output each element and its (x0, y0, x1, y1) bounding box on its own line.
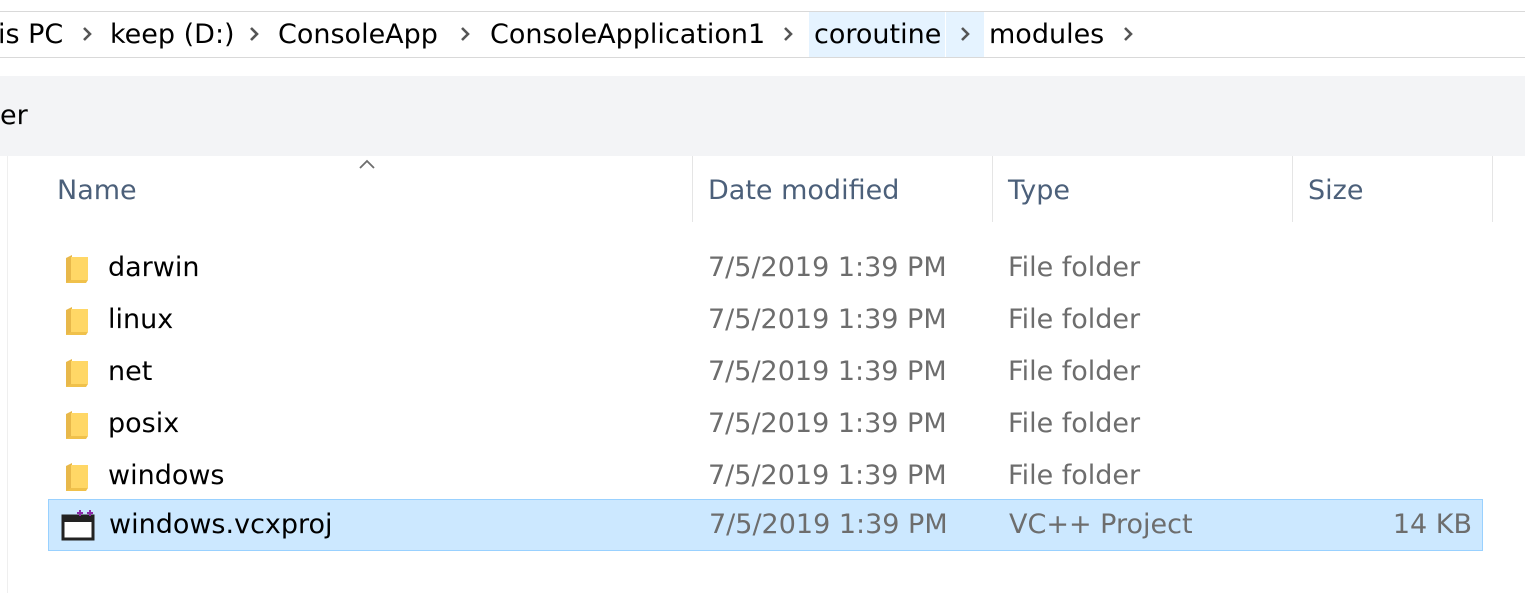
file-row[interactable]: net 7/5/2019 1:39 PM File folder (48, 346, 1483, 398)
file-date-modified: 7/5/2019 1:39 PM (708, 408, 947, 439)
file-row-selected[interactable]: windows.vcxproj 7/5/2019 1:39 PM VC++ Pr… (48, 499, 1483, 551)
chevron-right-icon[interactable] (946, 12, 984, 57)
file-date-modified: 7/5/2019 1:39 PM (708, 356, 947, 387)
breadcrumb-keep-d[interactable]: keep (D:) (110, 12, 235, 57)
file-date-modified: 7/5/2019 1:39 PM (708, 460, 947, 491)
folder-icon (66, 359, 88, 387)
file-row[interactable]: windows 7/5/2019 1:39 PM File folder (48, 450, 1483, 502)
address-bar[interactable]: is PC keep (D:) ConsoleApp ConsoleApplic… (0, 11, 1525, 58)
file-name: linux (108, 304, 174, 335)
file-row[interactable]: darwin 7/5/2019 1:39 PM File folder (48, 242, 1483, 294)
file-row[interactable]: posix 7/5/2019 1:39 PM File folder (48, 398, 1483, 450)
column-header-type[interactable]: Type (993, 156, 1292, 222)
column-header-type-label: Type (1008, 175, 1071, 206)
breadcrumb-consoleapp[interactable]: ConsoleApp (278, 12, 438, 57)
file-date-modified: 7/5/2019 1:39 PM (708, 304, 947, 335)
file-type: VC++ Project (1009, 509, 1193, 540)
file-type: File folder (1008, 408, 1141, 439)
file-explorer-window: is PC keep (D:) ConsoleApp ConsoleApplic… (0, 0, 1525, 593)
file-name: posix (108, 408, 180, 439)
chevron-right-icon[interactable] (771, 12, 805, 57)
chevron-right-icon[interactable] (448, 12, 482, 57)
command-bar-partial-label[interactable]: er (0, 100, 28, 132)
command-bar: er (0, 76, 1525, 156)
breadcrumb-consoleapplication1[interactable]: ConsoleApplication1 (490, 12, 765, 57)
file-name: windows (108, 460, 225, 491)
breadcrumb-modules[interactable]: modules (989, 12, 1104, 57)
breadcrumb-coroutine[interactable]: coroutine (809, 12, 945, 57)
file-size: 14 KB (1392, 509, 1472, 540)
column-header-name-label: Name (57, 175, 137, 206)
file-date-modified: 7/5/2019 1:39 PM (709, 509, 948, 540)
file-type: File folder (1008, 356, 1141, 387)
column-header-date-modified[interactable]: Date modified (693, 156, 992, 222)
breadcrumb-this-pc[interactable]: is PC (0, 12, 63, 57)
file-name: net (108, 356, 153, 387)
column-header-size-label: Size (1308, 175, 1364, 206)
file-type: File folder (1008, 304, 1141, 335)
vcxproj-file-icon (61, 510, 95, 541)
column-divider[interactable] (1492, 156, 1493, 222)
column-header-name[interactable]: Name (48, 156, 692, 222)
folder-icon (66, 463, 88, 491)
file-type: File folder (1008, 460, 1141, 491)
file-date-modified: 7/5/2019 1:39 PM (708, 252, 947, 283)
chevron-right-icon[interactable] (237, 12, 271, 57)
folder-icon (66, 411, 88, 439)
chevron-right-icon[interactable] (1111, 12, 1145, 57)
navigation-pane-edge (7, 156, 8, 593)
column-header-size[interactable]: Size (1293, 156, 1492, 222)
column-header-date-label: Date modified (708, 175, 900, 206)
folder-icon (66, 307, 88, 335)
file-name: windows.vcxproj (109, 509, 333, 540)
file-name: darwin (108, 252, 200, 283)
file-type: File folder (1008, 252, 1141, 283)
folder-icon (66, 255, 88, 283)
chevron-right-icon[interactable] (70, 12, 104, 57)
file-row[interactable]: linux 7/5/2019 1:39 PM File folder (48, 294, 1483, 346)
